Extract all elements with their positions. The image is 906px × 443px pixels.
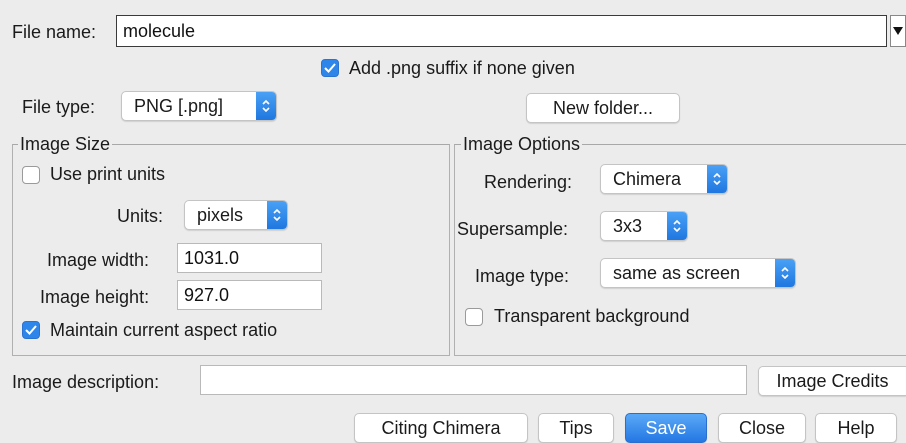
image-height-label: Image height: [40,287,150,307]
updown-chevron-icon [707,165,727,193]
image-options-title: Image Options [461,133,583,155]
image-width-label: Image width: [47,250,150,270]
checkmark-icon [25,325,37,335]
image-height-input[interactable] [177,280,322,310]
units-label: Units: [117,206,164,226]
checkmark-icon [324,63,336,73]
image-type-label: Image type: [475,266,570,286]
image-type-select[interactable]: same as screen [600,258,796,288]
units-select[interactable]: pixels [184,200,288,230]
image-type-value: same as screen [613,262,741,283]
image-credits-button[interactable]: Image Credits [758,366,906,396]
image-width-input[interactable] [177,243,322,273]
file-type-value: PNG [.png] [134,95,224,116]
units-value: pixels [197,204,244,225]
file-type-select[interactable]: PNG [.png] [121,91,277,121]
image-size-title: Image Size [18,133,113,155]
updown-chevron-icon [267,201,287,229]
help-button[interactable]: Help [815,413,897,443]
updown-chevron-icon [775,259,795,287]
add-suffix-checkbox[interactable] [321,59,339,77]
citing-chimera-button[interactable]: Citing Chimera [354,413,528,443]
updown-chevron-icon [256,92,276,120]
save-button[interactable]: Save [625,413,707,443]
image-description-input[interactable] [200,365,747,395]
transparent-bg-label: Transparent background [494,306,690,326]
rendering-label: Rendering: [484,172,573,192]
rendering-select[interactable]: Chimera [600,164,728,194]
supersample-value: 3x3 [613,215,643,236]
tips-button[interactable]: Tips [538,413,614,443]
updown-chevron-icon [667,212,687,240]
add-suffix-label: Add .png suffix if none given [349,58,575,78]
file-name-input[interactable] [116,15,887,47]
new-folder-button[interactable]: New folder... [526,93,680,123]
close-button[interactable]: Close [718,413,806,443]
triangle-down-icon [893,27,903,35]
image-description-label: Image description: [12,372,160,392]
maintain-aspect-label: Maintain current aspect ratio [50,320,278,340]
transparent-bg-checkbox[interactable] [465,308,483,326]
use-print-units-label: Use print units [50,164,166,184]
file-name-history-button[interactable] [890,15,906,47]
maintain-aspect-checkbox[interactable] [22,321,40,339]
file-type-label: File type: [22,97,96,117]
supersample-select[interactable]: 3x3 [600,211,688,241]
file-name-label: File name: [12,22,97,42]
supersample-label: Supersample: [457,219,569,239]
rendering-value: Chimera [613,168,682,189]
use-print-units-checkbox[interactable] [22,166,40,184]
